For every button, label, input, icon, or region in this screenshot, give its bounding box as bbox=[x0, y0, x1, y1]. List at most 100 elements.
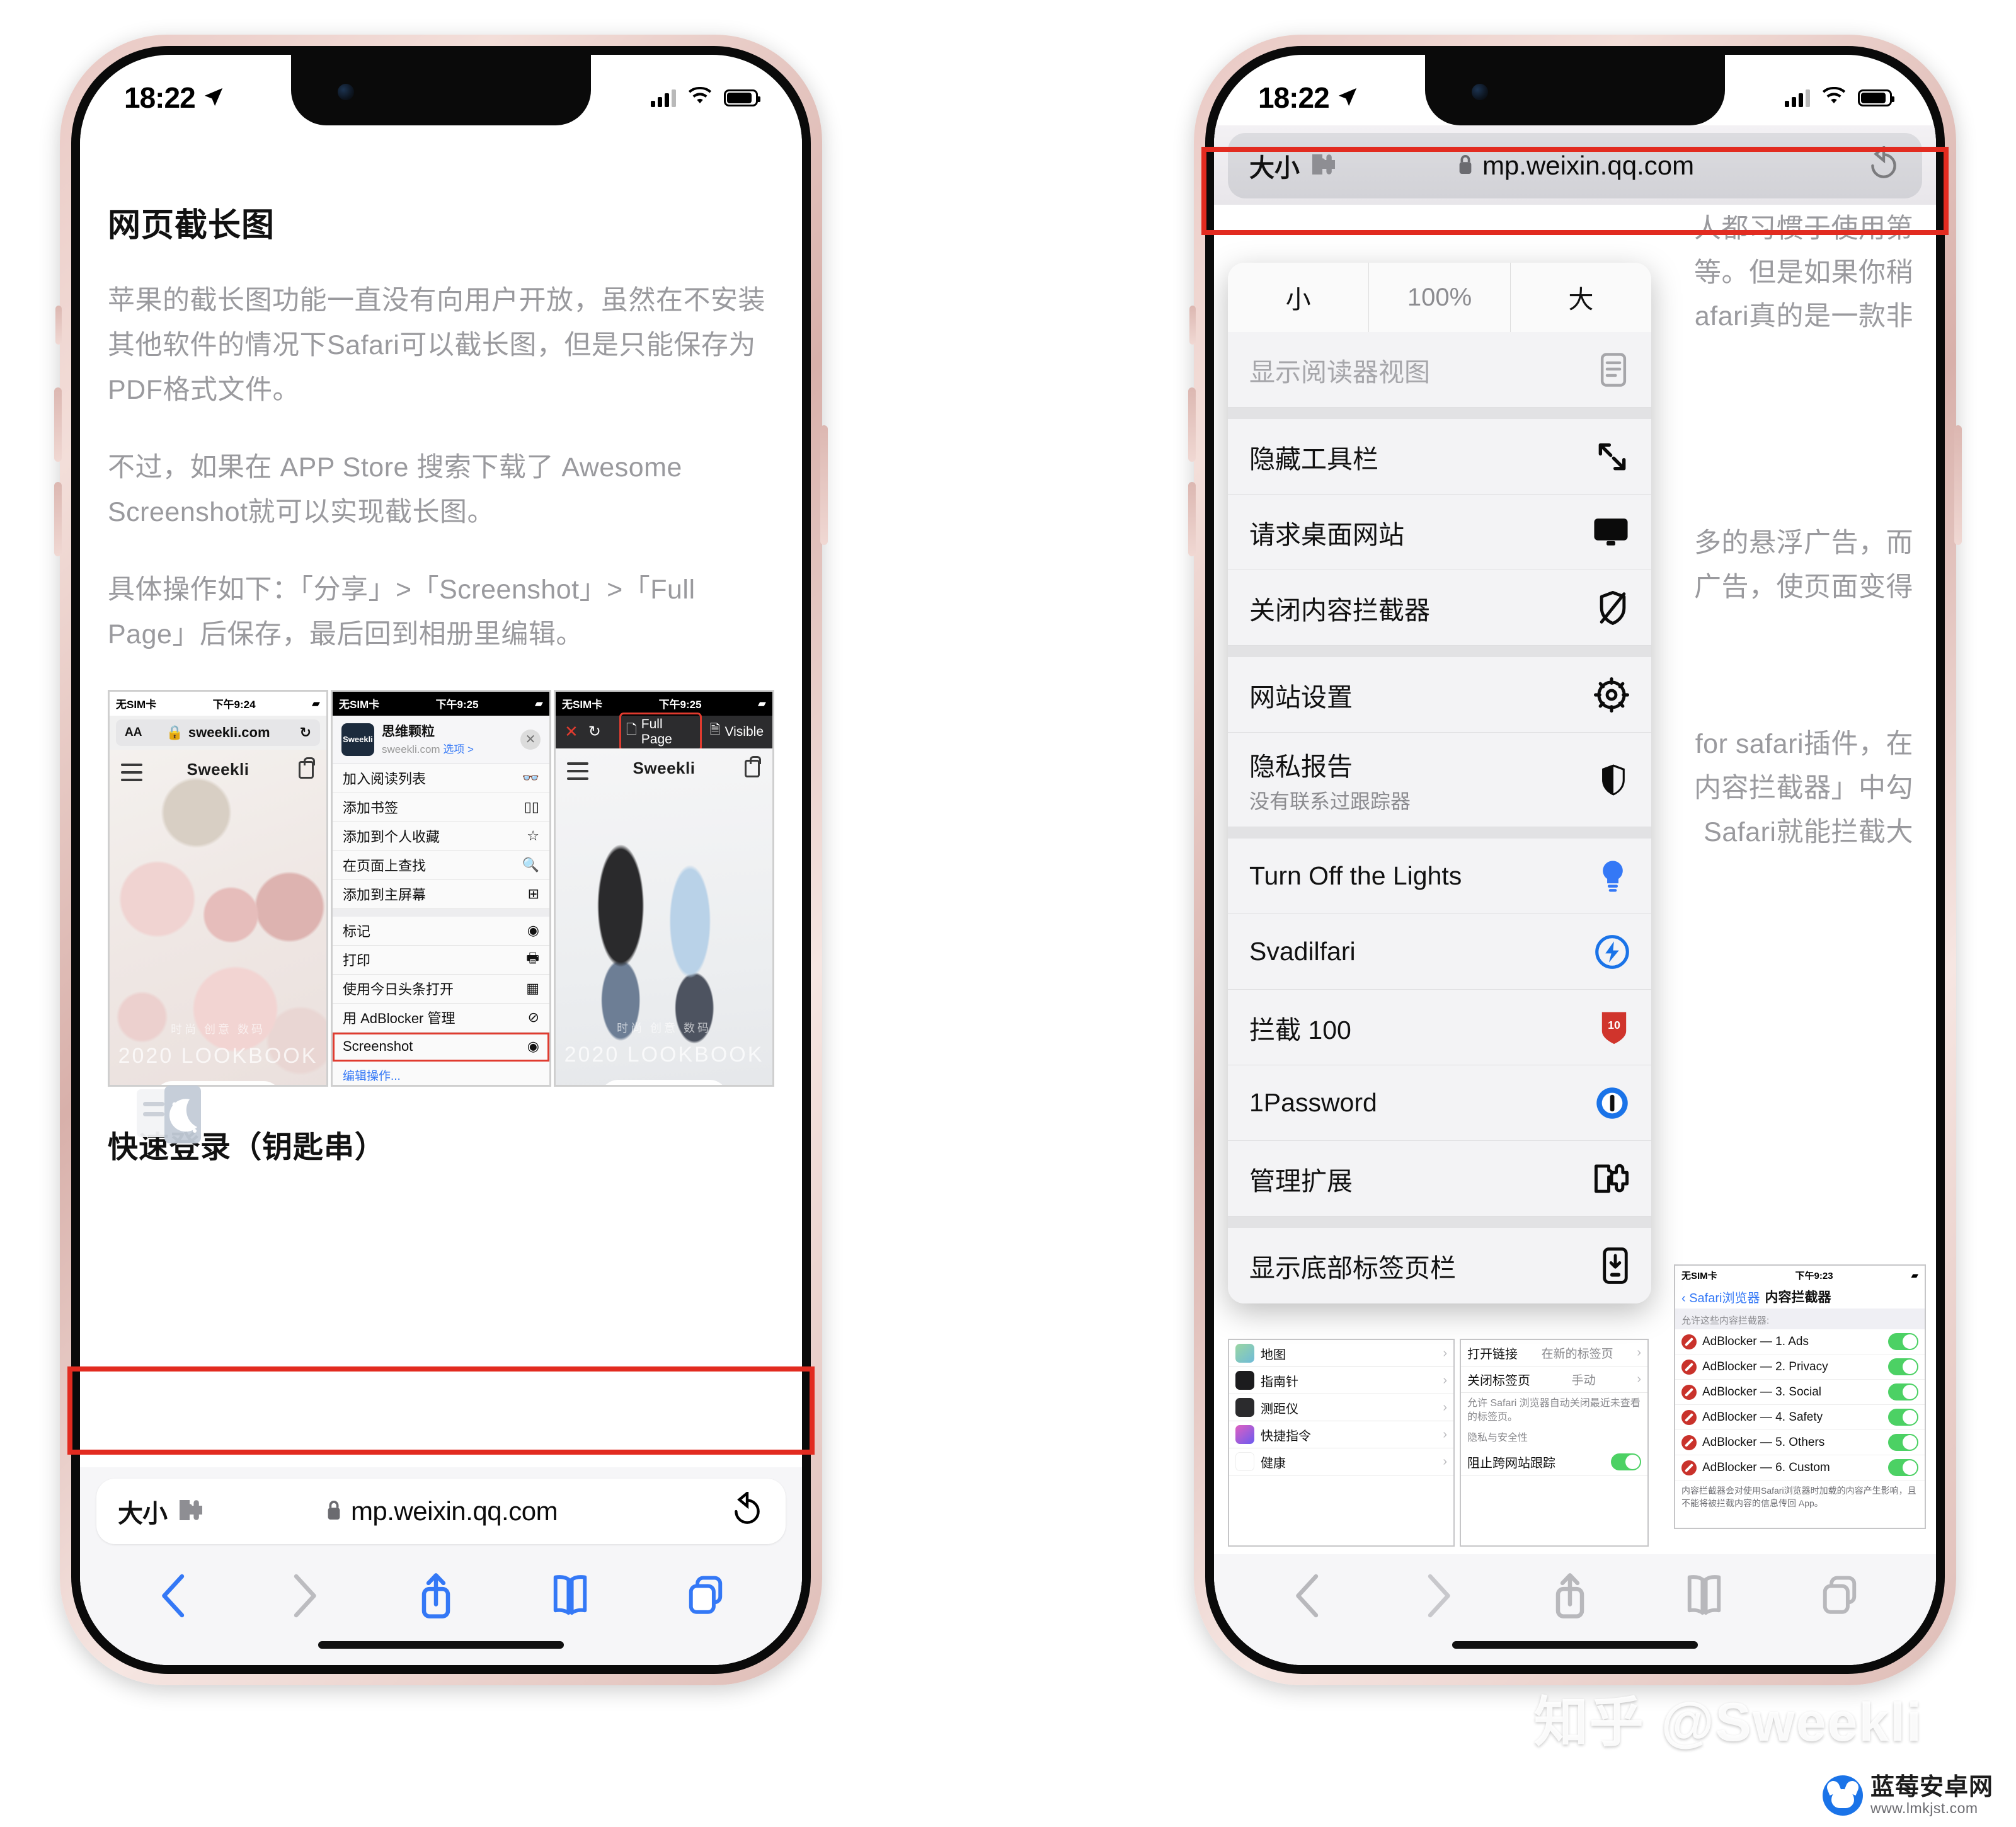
block-icon bbox=[1681, 1460, 1697, 1475]
cb-row[interactable]: AdBlocker — 4. Safety bbox=[1675, 1405, 1925, 1430]
menu-item-request-desktop-site[interactable]: 请求桌面网站 bbox=[1228, 495, 1651, 570]
cb-time: 下午9:23 bbox=[1795, 1270, 1833, 1281]
back-button[interactable] bbox=[157, 1573, 191, 1622]
mute-switch[interactable] bbox=[55, 306, 62, 345]
embedded-screenshot-3: 无SIM卡 下午9:25 ▰ ✕ ↻ 🗋 Full Page 🗎 Visible… bbox=[554, 689, 774, 1087]
volume-down-button[interactable] bbox=[54, 482, 62, 556]
menu-item-svadilfari[interactable]: Svadilfari bbox=[1228, 914, 1651, 990]
shopping-bag-icon[interactable] bbox=[745, 755, 761, 777]
reload-icon[interactable] bbox=[730, 1489, 764, 1532]
forward-button[interactable] bbox=[287, 1573, 321, 1622]
volume-up-button[interactable] bbox=[54, 387, 62, 462]
zoom-level[interactable]: 100% bbox=[1369, 263, 1511, 332]
share-button[interactable] bbox=[417, 1572, 455, 1623]
share-row[interactable]: 添加书签 ▯▯ bbox=[333, 793, 549, 822]
zoom-in-button[interactable]: 大 bbox=[1511, 263, 1651, 332]
close-icon[interactable]: ✕ bbox=[564, 722, 578, 742]
share-row[interactable]: 标记 ◉ bbox=[333, 916, 549, 946]
site-url: www.lmkjst.com bbox=[1870, 1799, 1978, 1816]
thumb3-cta[interactable]: 即刻选购 ▷ bbox=[600, 1079, 728, 1085]
back-button[interactable]: ‹ Safari浏览器 bbox=[1681, 1288, 1760, 1306]
menu-item-manage-extensions[interactable]: 管理扩展 bbox=[1228, 1141, 1651, 1217]
menu-item-privacy-report[interactable]: 隐私报告 没有联系过跟踪器 bbox=[1228, 733, 1651, 827]
lightbulb-icon bbox=[1596, 858, 1630, 895]
shopping-bag-icon[interactable] bbox=[299, 757, 315, 779]
volume-up-button[interactable] bbox=[1188, 387, 1196, 462]
text-size-label[interactable]: 大小 bbox=[118, 1493, 168, 1530]
menu-item-reader-view[interactable]: 显示阅读器视图 bbox=[1228, 332, 1651, 408]
list-item[interactable]: 测距仪 › bbox=[1229, 1394, 1453, 1421]
list-item[interactable]: 关闭标签页 手动 › bbox=[1461, 1366, 1647, 1393]
share-domain-text: sweekli.com bbox=[382, 743, 440, 755]
share-button[interactable] bbox=[1551, 1572, 1589, 1623]
address-bar[interactable]: 大小 mp.weixin.qq.com bbox=[1228, 133, 1922, 198]
share-row[interactable]: 打印 🖶 bbox=[333, 945, 549, 975]
cb-row[interactable]: AdBlocker — 5. Others bbox=[1675, 1430, 1925, 1455]
reload-icon[interactable]: ↻ bbox=[300, 724, 311, 741]
menu-item-1password[interactable]: 1Password bbox=[1228, 1065, 1651, 1141]
reload-icon[interactable] bbox=[1867, 144, 1901, 186]
list-item[interactable]: 阻止跨网站跟踪 bbox=[1461, 1449, 1647, 1475]
forward-button[interactable] bbox=[1421, 1573, 1455, 1622]
power-button[interactable] bbox=[1954, 425, 1962, 545]
toggle-switch[interactable] bbox=[1888, 1333, 1918, 1350]
list-item[interactable]: 打开链接 在新的标签页 › bbox=[1461, 1340, 1647, 1366]
list-item[interactable]: 地图 › bbox=[1229, 1340, 1453, 1367]
close-icon[interactable]: ✕ bbox=[520, 729, 541, 750]
share-options-link[interactable]: 选项 > bbox=[443, 743, 474, 755]
share-row[interactable]: 在页面上查找 🔍 bbox=[333, 850, 549, 880]
menu-item-turn-off-the-lights[interactable]: Turn Off the Lights bbox=[1228, 839, 1651, 914]
share-row[interactable]: 添加到主屏幕 ⊞ bbox=[333, 879, 549, 909]
menu-item-show-bottom-tab-bar[interactable]: 显示底部标签页栏 bbox=[1228, 1228, 1651, 1303]
share-row[interactable]: 使用今日头条打开 ▦ bbox=[333, 974, 549, 1004]
right-phone-frame: 18:22 人都习惯于使用第 等。但是如果你稍 afari真的是一款非 多的悬浮… bbox=[1188, 35, 1962, 1685]
menu-item-turn-off-content-blockers[interactable]: 关闭内容拦截器 bbox=[1228, 570, 1651, 646]
list-item-label: 测距仪 bbox=[1261, 1402, 1298, 1416]
zoom-out-button[interactable]: 小 bbox=[1228, 263, 1370, 332]
power-button[interactable] bbox=[820, 425, 828, 545]
menu-item-block-100[interactable]: 拦截 100 10 bbox=[1228, 990, 1651, 1065]
cb-row[interactable]: AdBlocker — 3. Social bbox=[1675, 1380, 1925, 1405]
menu-item-website-settings[interactable]: 网站设置 bbox=[1228, 657, 1651, 733]
puzzle-piece-icon[interactable] bbox=[176, 1498, 206, 1526]
toggle-switch[interactable] bbox=[1888, 1459, 1918, 1476]
visible-tab[interactable]: 🗎 Visible bbox=[710, 721, 764, 743]
red-shield-icon: 10 bbox=[1598, 1009, 1630, 1046]
share-row[interactable]: 用 AdBlocker 管理 ⊘ bbox=[333, 1003, 549, 1033]
toggle-switch[interactable] bbox=[1888, 1409, 1918, 1426]
volume-down-button[interactable] bbox=[1188, 482, 1196, 556]
lock-icon: 🔒 bbox=[166, 724, 183, 740]
bookmarks-button[interactable] bbox=[551, 1574, 590, 1621]
thumb1-aa-label[interactable]: AA bbox=[125, 726, 142, 740]
list-item[interactable]: 快捷指令 › bbox=[1229, 1421, 1453, 1448]
share-row-screenshot[interactable]: Screenshot ◉ bbox=[333, 1032, 549, 1062]
bookmarks-button[interactable] bbox=[1685, 1574, 1724, 1621]
tabs-button[interactable] bbox=[686, 1574, 725, 1621]
back-button[interactable] bbox=[1291, 1573, 1325, 1622]
cb-row[interactable]: AdBlocker — 6. Custom bbox=[1675, 1455, 1925, 1480]
share-row[interactable]: 添加到个人收藏 ☆ bbox=[333, 822, 549, 851]
share-edit-actions[interactable]: 编辑操作... bbox=[333, 1061, 549, 1085]
bg-line-1: 人都习惯于使用第 bbox=[1694, 214, 1913, 244]
menu-item-hide-toolbar[interactable]: 隐藏工具栏 bbox=[1228, 419, 1651, 495]
toggle-switch[interactable] bbox=[1611, 1453, 1641, 1470]
gear-icon bbox=[1593, 677, 1630, 713]
address-bar[interactable]: 大小 mp.weixin.qq.com bbox=[96, 1479, 786, 1544]
toggle-switch[interactable] bbox=[1888, 1383, 1918, 1400]
list-item[interactable]: 指南针 › bbox=[1229, 1367, 1453, 1394]
mute-switch[interactable] bbox=[1189, 306, 1196, 345]
toggle-switch[interactable] bbox=[1888, 1358, 1918, 1375]
reload-icon[interactable]: ↻ bbox=[588, 723, 601, 741]
thumb1-urlbar[interactable]: AA 🔒 sweekli.com ↻ bbox=[116, 719, 320, 746]
cb-row[interactable]: AdBlocker — 2. Privacy bbox=[1675, 1354, 1925, 1380]
list-item[interactable]: 健康 › bbox=[1229, 1448, 1453, 1475]
share-row[interactable]: 加入阅读列表 👓 bbox=[333, 764, 549, 793]
chevron-right-icon: › bbox=[1443, 1454, 1447, 1469]
cb-row[interactable]: AdBlocker — 1. Ads bbox=[1675, 1329, 1925, 1354]
tabs-button[interactable] bbox=[1820, 1574, 1859, 1621]
privacy-shield-icon bbox=[1597, 762, 1630, 798]
toggle-switch[interactable] bbox=[1888, 1434, 1918, 1451]
full-page-tab[interactable]: 🗋 Full Page bbox=[619, 712, 702, 752]
menu-item-label: Turn Off the Lights bbox=[1249, 861, 1462, 890]
status-time-group: 18:22 bbox=[124, 81, 224, 115]
